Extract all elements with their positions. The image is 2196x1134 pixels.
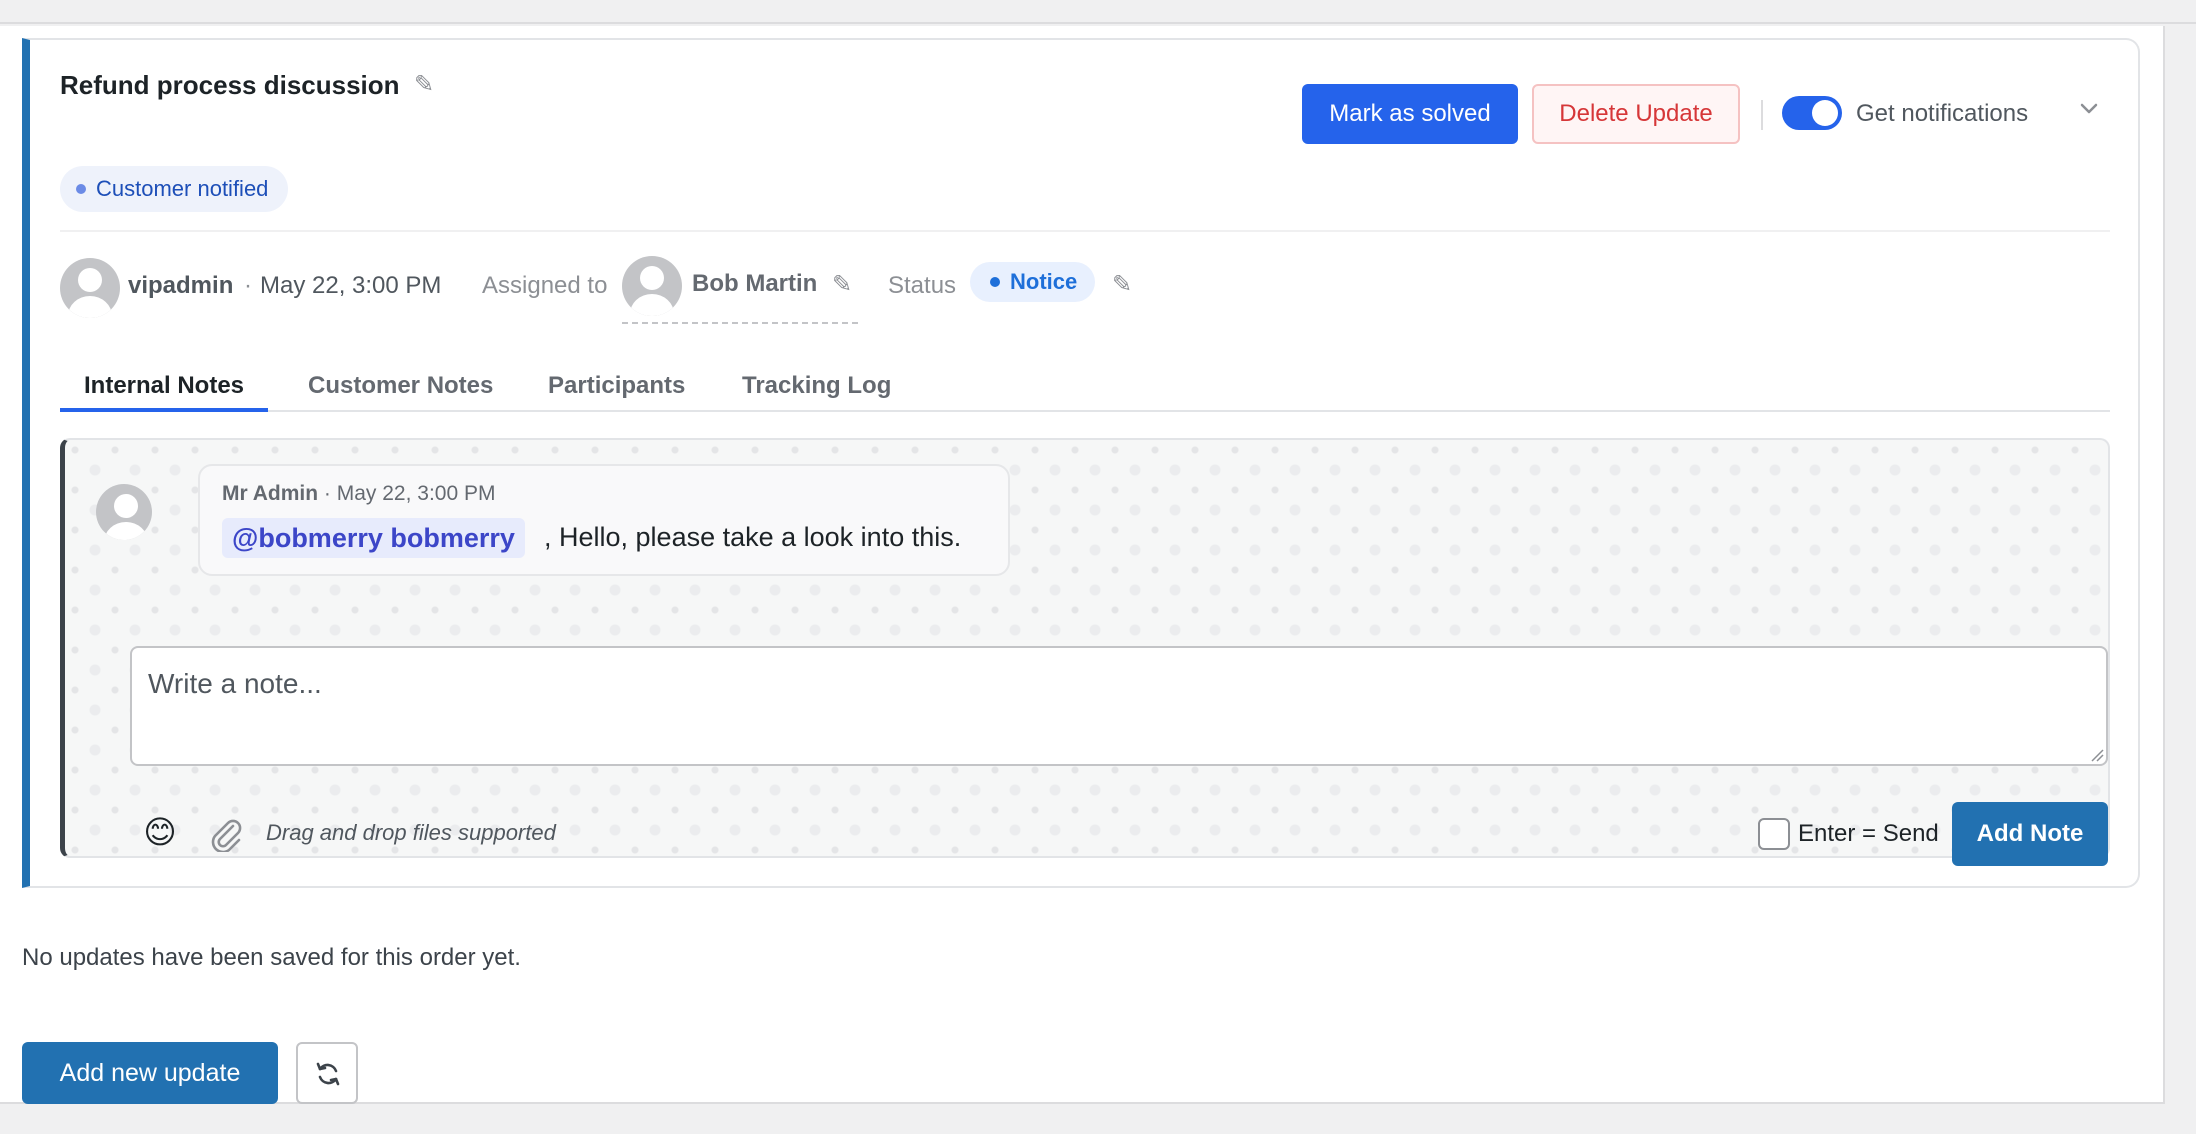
status-value: Notice	[1010, 269, 1078, 294]
header-divider	[60, 230, 2110, 232]
status-dot-icon	[990, 277, 1000, 287]
add-new-update-button[interactable]: Add new update	[22, 1042, 278, 1104]
enter-send-checkbox[interactable]	[1758, 818, 1790, 850]
top-toolbar-strip	[0, 0, 2196, 24]
mark-as-solved-button[interactable]: Mark as solved	[1302, 84, 1518, 144]
no-updates-message: No updates have been saved for this orde…	[22, 944, 521, 971]
status-badge: Notice	[970, 262, 1096, 302]
customer-notified-label: Customer notified	[96, 176, 269, 201]
refresh-button[interactable]	[296, 1042, 358, 1104]
enter-send-label: Enter = Send	[1798, 820, 1939, 847]
assignee-name[interactable]: Bob Martin	[692, 270, 817, 298]
assigned-to-label: Assigned to	[482, 272, 608, 299]
tab-customer-notes[interactable]: Customer Notes	[284, 360, 517, 412]
tab-participants[interactable]: Participants	[524, 360, 709, 412]
note-meta: Mr Admin · May 22, 3:00 PM	[222, 482, 495, 506]
emoji-smile-icon[interactable]: 😊	[140, 812, 180, 852]
resize-grip-icon[interactable]	[2090, 748, 2104, 762]
notifications-toggle[interactable]	[1782, 96, 1842, 130]
edit-status-pencil-icon[interactable]: ✎	[1112, 270, 1132, 299]
tab-internal-notes[interactable]: Internal Notes	[60, 360, 269, 412]
note-input[interactable]	[130, 646, 2108, 766]
assignee-avatar	[622, 256, 682, 316]
note-text: , Hello, please take a look into this.	[544, 522, 962, 552]
delete-update-button[interactable]: Delete Update	[1532, 84, 1740, 144]
notifications-label: Get notifications	[1856, 100, 2029, 127]
collapse-chevron-down-icon[interactable]	[2074, 94, 2104, 124]
meta-separator: ·	[244, 272, 252, 299]
edit-title-pencil-icon[interactable]: ✎	[414, 70, 434, 99]
badge-dot-icon	[76, 184, 86, 194]
customer-notified-badge: Customer notified	[60, 166, 289, 212]
note-author-avatar	[96, 484, 152, 540]
update-card: Refund process discussion ✎ Mark as solv…	[22, 38, 2140, 888]
author-name: vipadmin	[128, 272, 234, 299]
drag-drop-hint: Drag and drop files supported	[266, 820, 556, 845]
order-updates-panel: Refund process discussion ✎ Mark as solv…	[0, 26, 2165, 1104]
note-date: · May 22, 3:00 PM	[318, 482, 496, 505]
created-date: May 22, 3:00 PM	[260, 272, 442, 299]
user-mention[interactable]: @bobmerry bobmerry	[222, 518, 525, 558]
status-label: Status	[888, 272, 957, 299]
note-bubble: Mr Admin · May 22, 3:00 PM @bobmerry bob…	[198, 464, 1010, 576]
note-author: Mr Admin	[222, 482, 319, 505]
notes-tabs: Internal Notes Customer Notes Participan…	[60, 360, 2110, 412]
edit-assignee-pencil-icon[interactable]: ✎	[832, 270, 852, 299]
refresh-icon	[316, 1062, 340, 1086]
tab-tracking-log[interactable]: Tracking Log	[718, 360, 915, 412]
paperclip-attach-icon[interactable]	[206, 814, 244, 852]
toggle-knob	[1812, 100, 1838, 126]
author-avatar	[60, 258, 120, 318]
assignee-dashed-underline	[622, 322, 858, 324]
update-title: Refund process discussion	[60, 70, 400, 100]
add-note-button[interactable]: Add Note	[1952, 802, 2108, 866]
toolbar-divider	[1761, 100, 1763, 130]
